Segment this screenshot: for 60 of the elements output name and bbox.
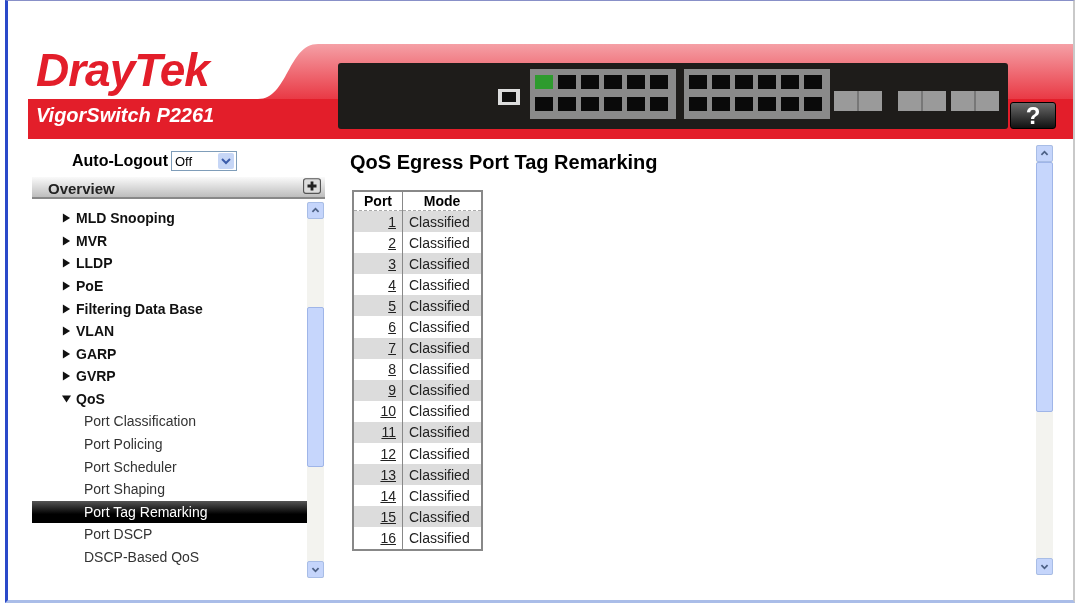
page-title: QoS Egress Port Tag Remarking [350,151,658,174]
port-link[interactable]: 2 [388,234,396,251]
port-link[interactable]: 14 [380,487,396,504]
mode-cell: Classified [402,464,482,486]
column-header: Mode [402,191,482,211]
nav-item[interactable]: GVRP [32,365,307,388]
mode-cell: Classified [402,253,482,275]
mode-cell: Classified [402,443,482,465]
nav-subitem[interactable]: Port Policing [32,432,307,456]
nav-item[interactable]: GARP [32,342,307,366]
mode-cell: Classified [402,316,482,338]
model-name: VigorSwitch P2261 [36,105,216,125]
port-link[interactable]: 8 [388,361,396,378]
auto-logout-dropdown[interactable]: Off [170,151,237,171]
nav-subitem[interactable]: Port Classification [32,410,307,433]
nav-subitem[interactable]: Port Shaping [32,478,307,501]
scroll-up-button[interactable] [1036,145,1053,162]
port-link[interactable]: 7 [388,340,396,357]
mode-cell: Classified [402,485,482,507]
port-link[interactable]: 6 [388,319,396,335]
expand-plus-icon[interactable] [303,178,321,194]
auto-logout-label: Auto-Logout [72,152,168,170]
mode-cell: Classified [402,358,482,380]
nav-item[interactable]: LLDP [32,252,307,275]
sidebar-scrollbar[interactable] [307,202,324,578]
nav-item[interactable]: MVR [32,229,307,253]
port-link[interactable]: 12 [380,445,396,462]
mode-cell: Classified [402,232,482,254]
nav-item[interactable]: PoE [32,274,307,298]
nav-subitem[interactable]: Port Tag Remarking [32,500,307,524]
scroll-up-button[interactable] [307,202,324,219]
mode-cell: Classified [402,527,482,550]
mode-cell: Classified [402,274,482,296]
mode-cell: Classified [402,379,482,401]
mode-cell: Classified [402,210,482,233]
nav-item[interactable]: Filtering Data Base [32,297,307,320]
page-scrollbar[interactable] [1036,145,1053,575]
nav-subitem[interactable]: DSCP-Based QoS [32,545,307,569]
port-link[interactable]: 16 [380,529,396,546]
nav-subitem[interactable]: Port DSCP [32,523,307,546]
mode-cell: Classified [402,337,482,359]
port-link[interactable]: 5 [388,297,396,314]
overview-title: Overview [48,180,115,197]
scroll-down-button[interactable] [307,561,324,578]
port-link[interactable]: 4 [388,276,396,293]
nav-item[interactable]: QoS [32,387,307,411]
port-link[interactable]: 1 [388,213,396,230]
nav-subitem[interactable]: Port Scheduler [32,455,307,479]
column-header: Port [353,191,403,211]
mode-cell: Classified [402,421,482,444]
help-button[interactable]: ? [1010,102,1056,129]
mode-cell: Classified [402,295,482,317]
nav-item[interactable]: VLAN [32,319,307,343]
mode-cell: Classified [402,506,482,528]
nav-item[interactable]: MLD Snooping [32,207,307,230]
port-link[interactable]: 9 [388,382,396,399]
scroll-down-button[interactable] [1036,558,1053,575]
port-link[interactable]: 3 [388,255,396,272]
mode-cell: Classified [402,400,482,422]
port-link[interactable]: 10 [380,403,396,420]
